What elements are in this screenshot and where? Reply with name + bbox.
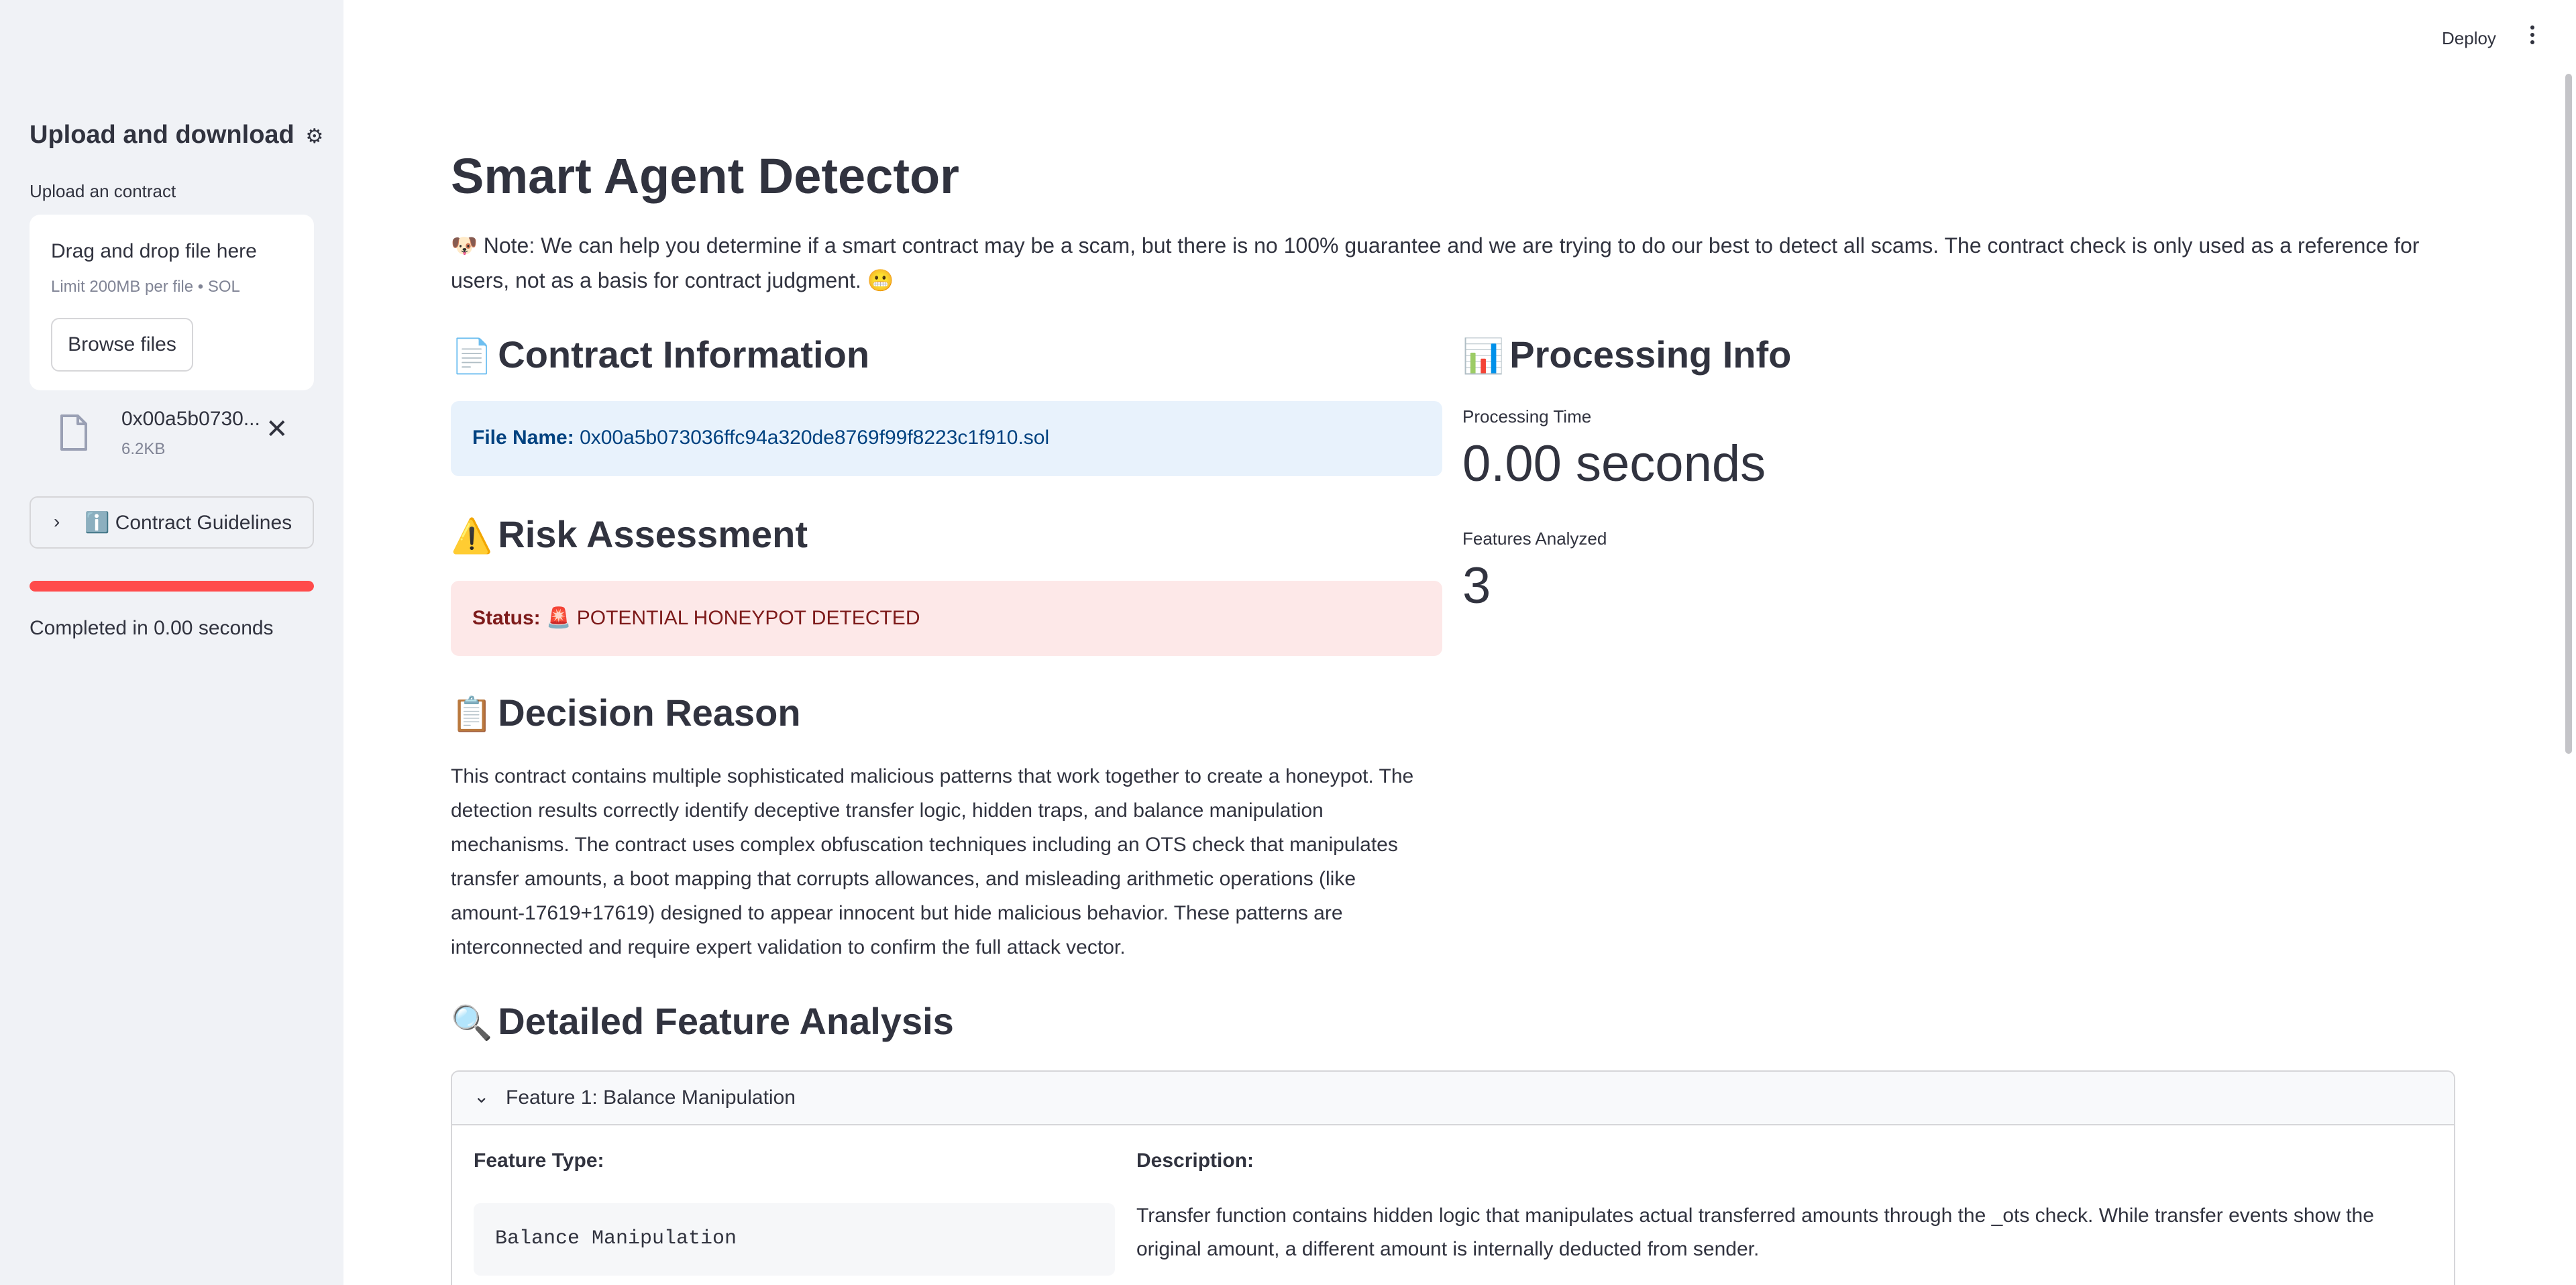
guidelines-label-text: Contract Guidelines (115, 512, 292, 534)
status-key: Status: (472, 607, 541, 629)
processing-heading: 📊 Processing Info (1462, 333, 1791, 376)
bar-chart-icon: 📊 (1462, 337, 1505, 375)
upload-label: Upload an contract (30, 181, 176, 201)
document-icon: 📄 (451, 337, 493, 375)
magnifier-icon: 🔍 (451, 1004, 493, 1042)
processing-heading-text: Processing Info (1509, 333, 1792, 376)
chevron-right-icon: › (54, 511, 60, 532)
decision-heading: 📋 Decision Reason (451, 691, 801, 734)
clipboard-icon: 📋 (451, 695, 493, 733)
file-name-value: 0x00a5b073036ffc94a320de8769f99f8223c1f9… (580, 427, 1050, 449)
contract-guidelines-expander[interactable]: › ℹ️ Contract Guidelines (30, 496, 314, 549)
risk-heading-text: Risk Assessment (498, 513, 808, 555)
uploaded-file-name: 0x00a5b0730... (121, 408, 260, 430)
feature-type-label: Feature Type: (474, 1150, 604, 1172)
dog-icon: 🐶 (451, 233, 478, 258)
warning-icon: ⚠️ (451, 517, 493, 555)
browse-files-button[interactable]: Browse files (51, 318, 193, 372)
deploy-button[interactable]: Deploy (2442, 28, 2496, 49)
chevron-down-icon: ⌄ (474, 1086, 490, 1107)
dropzone-limit: Limit 200MB per file • SOL (51, 278, 240, 296)
dropzone-title: Drag and drop file here (51, 240, 257, 262)
description-label: Description: (1136, 1150, 1254, 1172)
risk-status-box: Status: 🚨 POTENTIAL HONEYPOT DETECTED (451, 581, 1442, 656)
scrollbar[interactable] (2565, 74, 2572, 754)
gear-icon: ⚙ (305, 125, 324, 148)
app-root: Upload and download ⚙ Upload an contract… (0, 0, 2576, 1285)
more-menu-icon[interactable] (2528, 25, 2537, 48)
feature-analysis-heading: 🔍 Detailed Feature Analysis (451, 999, 954, 1043)
file-icon (60, 414, 87, 451)
note-text: 🐶 Note: We can help you determine if a s… (451, 228, 2463, 298)
uploaded-file: 0x00a5b0730... 6.2KB ✕ (30, 402, 314, 469)
decision-reason-text: This contract contains multiple sophisti… (451, 765, 1414, 958)
sidebar-title: Upload and download ⚙ (30, 121, 323, 150)
features-analyzed-value: 3 (1462, 557, 1491, 614)
processing-time-value: 0.00 seconds (1462, 435, 1766, 492)
file-name-key: File Name: (472, 427, 574, 449)
note-body: Note: We can help you determine if a sma… (451, 233, 2420, 292)
feature-type-code: Balance Manipulation (474, 1203, 1115, 1276)
progress-bar (30, 581, 314, 592)
risk-heading: ⚠️ Risk Assessment (451, 512, 808, 556)
page-title: Smart Agent Detector (451, 148, 959, 204)
uploaded-file-size: 6.2KB (121, 440, 166, 458)
feature-analysis-heading-text: Detailed Feature Analysis (498, 1000, 954, 1042)
feature-expander-label: Feature 1: Balance Manipulation (506, 1086, 796, 1109)
sidebar-title-text: Upload and download (30, 121, 294, 149)
status-value: POTENTIAL HONEYPOT DETECTED (576, 607, 920, 629)
file-dropzone[interactable]: Drag and drop file here Limit 200MB per … (30, 215, 314, 390)
decision-heading-text: Decision Reason (498, 691, 801, 734)
close-icon[interactable]: ✕ (266, 416, 288, 443)
info-icon: ℹ️ (85, 512, 110, 534)
progress-bar-fill (30, 581, 314, 592)
grimace-icon: 😬 (867, 268, 894, 292)
feature-description-text: Transfer function contains hidden logic … (1136, 1205, 2374, 1260)
contract-info-heading-text: Contract Information (498, 333, 870, 376)
feature-expander: ⌄ Feature 1: Balance Manipulation Featur… (451, 1070, 2455, 1285)
guidelines-label: ℹ️ Contract Guidelines (85, 511, 292, 535)
feature-expander-header[interactable]: ⌄ Feature 1: Balance Manipulation (452, 1072, 2454, 1125)
siren-icon: 🚨 (546, 607, 572, 629)
file-name-info-box: File Name: 0x00a5b073036ffc94a320de8769f… (451, 401, 1442, 476)
completed-text: Completed in 0.00 seconds (30, 617, 274, 639)
contract-info-heading: 📄 Contract Information (451, 333, 869, 376)
processing-time-label: Processing Time (1462, 406, 1592, 427)
features-analyzed-label: Features Analyzed (1462, 528, 1607, 549)
sidebar: Upload and download ⚙ Upload an contract… (0, 0, 343, 1285)
